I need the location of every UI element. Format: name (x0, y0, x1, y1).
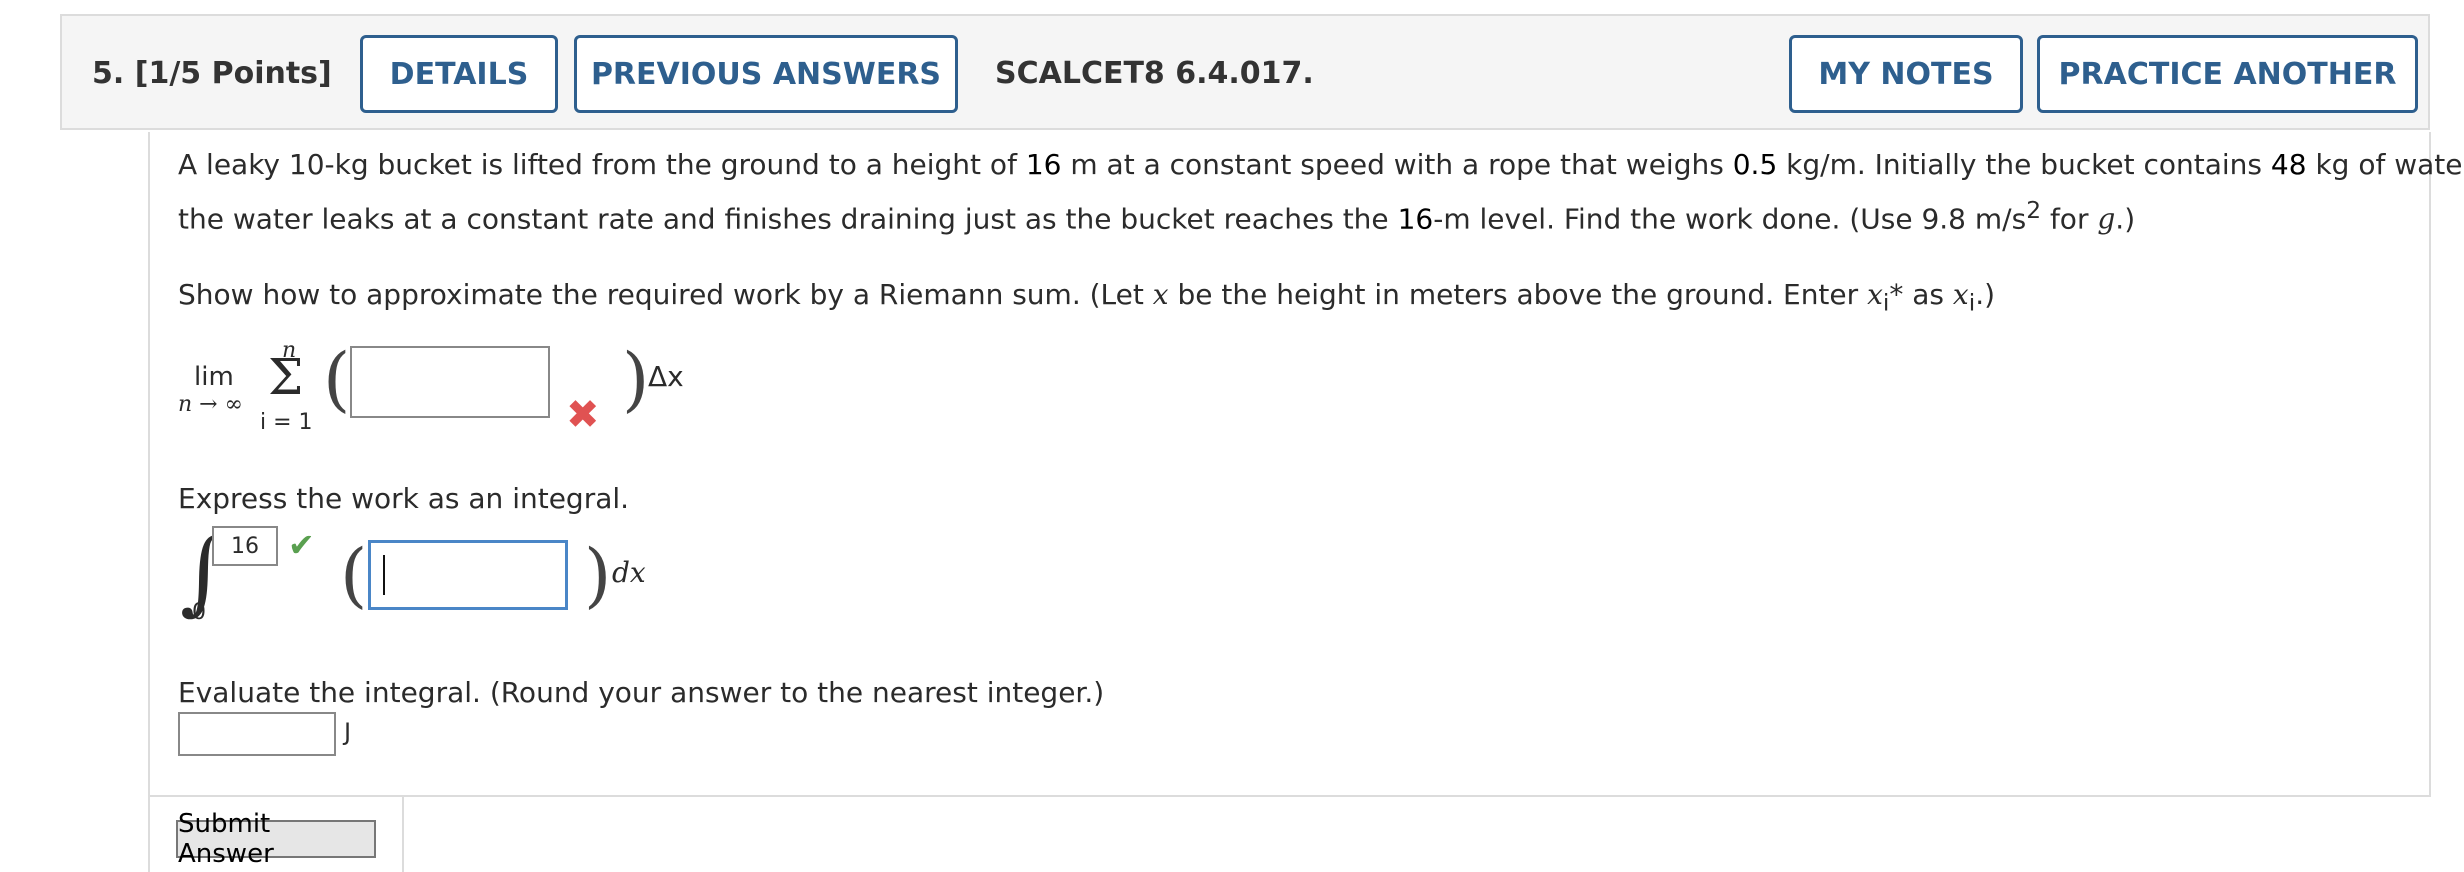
sum-lower-limit: i = 1 (260, 410, 313, 435)
submit-answer-button[interactable]: Submit Answer (176, 809, 376, 869)
rope-value: 0.5 (1732, 148, 1778, 181)
limit-subscript: n → ∞ (178, 392, 243, 417)
question-header: 5. [1/5 Points] DETAILS PREVIOUS ANSWERS… (60, 14, 2430, 130)
previous-answers-button[interactable]: PREVIOUS ANSWERS (574, 35, 958, 113)
source-code: SCALCET8 6.4.017. (995, 56, 1314, 91)
problem-line-1: A leaky 10-kg bucket is lifted from the … (178, 148, 2464, 181)
incorrect-icon: ✖ (566, 392, 600, 438)
water-value: 48 (2270, 148, 2307, 181)
limit-label: lim (194, 362, 234, 392)
integral-left-paren: ( (340, 534, 368, 616)
level-value: 16 (1397, 202, 1434, 236)
joule-unit: J (344, 718, 352, 746)
question-number: 5. (92, 56, 125, 91)
points-label: [1/5 Points] (134, 56, 332, 91)
details-button[interactable]: DETAILS (360, 35, 558, 113)
question-points: 5. [1/5 Points] (92, 56, 332, 91)
delta-x-label: Δx (648, 360, 684, 393)
dx-label: dx (612, 556, 646, 589)
integrand-input[interactable] (368, 540, 568, 610)
integral-right-paren: ) (584, 534, 612, 616)
riemann-answer-input[interactable] (350, 346, 550, 418)
correct-icon: ✔ (288, 526, 315, 564)
height-value: 16 (1025, 148, 1062, 181)
text-cursor (383, 555, 385, 595)
integral-prompt: Express the work as an integral. (178, 482, 630, 515)
work-answer-input[interactable] (178, 712, 336, 756)
practice-another-button[interactable]: PRACTICE ANOTHER (2037, 35, 2418, 113)
upper-limit-input[interactable]: 16 (212, 526, 278, 566)
problem-line-2: the water leaks at a constant rate and f… (178, 196, 2136, 236)
sigma-icon: Σ (268, 348, 304, 406)
evaluate-prompt: Evaluate the integral. (Round your answe… (178, 676, 1105, 709)
right-paren: ) (622, 338, 650, 420)
riemann-prompt: Show how to approximate the required wor… (178, 278, 1996, 317)
lower-limit: 0 (192, 600, 206, 625)
left-paren: ( (323, 338, 351, 420)
my-notes-button[interactable]: MY NOTES (1789, 35, 2023, 113)
